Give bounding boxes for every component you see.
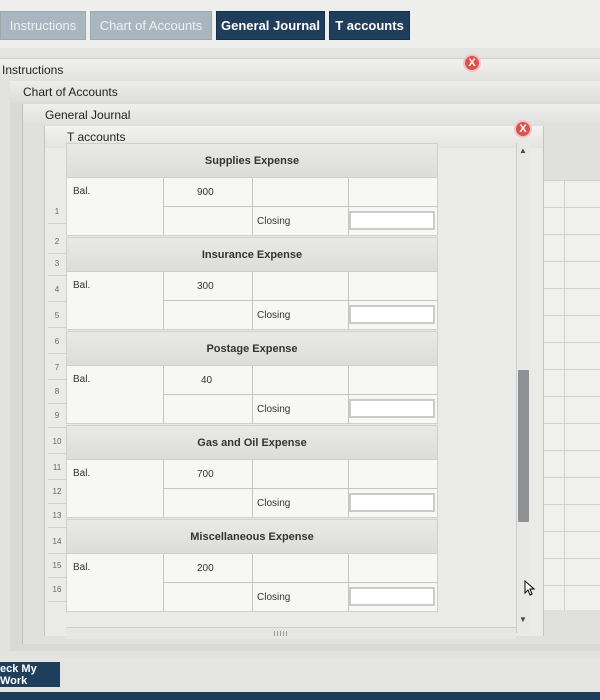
row-number: 4 — [48, 278, 66, 302]
row-number: 11 — [48, 456, 66, 480]
close-icon[interactable]: X — [514, 120, 532, 138]
closing-label: Closing — [257, 404, 291, 415]
row-number: 14 — [48, 530, 66, 554]
t-account-title: Miscellaneous Expense — [66, 519, 438, 554]
row-number: 3 — [48, 252, 66, 276]
closing-label: Closing — [257, 216, 291, 227]
tab-general-journal[interactable]: General Journal — [216, 11, 325, 40]
closing-amount-input[interactable] — [349, 587, 435, 606]
closing-label: Closing — [257, 592, 291, 603]
t-account-miscellaneous-expense: Miscellaneous Expense Bal. 200 Closing — [66, 519, 438, 612]
t-account-body: Bal. 300 Closing — [66, 272, 438, 330]
t-account-body: Bal. 200 Closing — [66, 554, 438, 612]
check-my-work-button[interactable]: eck My Work — [0, 662, 60, 687]
row-number: 6 — [48, 330, 66, 354]
row-number: 9 — [48, 404, 66, 428]
row-number: 15 — [48, 554, 66, 578]
instructions-panel-title: Instructions — [0, 59, 600, 81]
row-number: 1 — [48, 200, 66, 224]
row-number: 16 — [48, 578, 66, 602]
footer-bar — [0, 692, 600, 700]
row-number: 7 — [48, 356, 66, 380]
closing-amount-input[interactable] — [349, 493, 435, 512]
row-number: 2 — [48, 230, 66, 254]
general-journal-panel-title: General Journal — [23, 104, 600, 126]
row-number: 10 — [48, 430, 66, 454]
t-account-body: Bal. 700 Closing — [66, 460, 438, 518]
bal-label: Bal. — [73, 374, 91, 385]
closing-label: Closing — [257, 310, 291, 321]
t-account-title: Gas and Oil Expense — [66, 425, 438, 460]
tab-chart-of-accounts[interactable]: Chart of Accounts — [90, 11, 212, 40]
t-account-title: Insurance Expense — [66, 237, 438, 272]
row-number: 12 — [48, 480, 66, 504]
tab-instructions[interactable]: Instructions — [0, 11, 86, 40]
row-number: 5 — [48, 304, 66, 328]
scrollbar-thumb[interactable] — [518, 369, 529, 522]
t-account-body: Bal. 40 Closing — [66, 366, 438, 424]
bal-value: 300 — [197, 281, 214, 292]
tab-bar: Instructions Chart of Accounts General J… — [0, 0, 600, 48]
bal-label: Bal. — [73, 280, 91, 291]
closing-label: Closing — [257, 498, 291, 509]
t-account-supplies-expense: Supplies Expense Bal. 900 Closing — [66, 143, 438, 236]
scroll-up-icon[interactable]: ▲ — [519, 146, 527, 155]
scroll-grip-icon[interactable] — [274, 631, 288, 636]
bal-label: Bal. — [73, 186, 91, 197]
bal-value: 40 — [201, 375, 213, 386]
bal-value: 700 — [197, 469, 214, 480]
tab-t-accounts[interactable]: T accounts — [329, 11, 410, 40]
closing-amount-input[interactable] — [349, 305, 435, 324]
t-account-body: Bal. 900 Closing — [66, 178, 438, 236]
mouse-pointer-icon — [524, 580, 536, 596]
bal-value: 200 — [197, 563, 214, 574]
bal-label: Bal. — [73, 468, 91, 479]
closing-amount-input[interactable] — [349, 399, 435, 418]
bal-label: Bal. — [73, 562, 91, 573]
t-account-insurance-expense: Insurance Expense Bal. 300 Closing — [66, 237, 438, 330]
t-account-postage-expense: Postage Expense Bal. 40 Closing — [66, 331, 438, 424]
horizontal-scrollbar[interactable] — [66, 627, 516, 639]
row-number: 13 — [48, 504, 66, 528]
row-number: 8 — [48, 380, 66, 404]
closing-amount-input[interactable] — [349, 211, 435, 230]
bal-value: 900 — [197, 187, 214, 198]
t-account-title: Postage Expense — [66, 331, 438, 366]
vertical-scrollbar[interactable]: ▲ ▼ — [516, 143, 530, 633]
chart-of-accounts-panel-title: Chart of Accounts — [10, 81, 600, 103]
close-icon[interactable]: X — [463, 54, 481, 72]
t-account-gas-and-oil-expense: Gas and Oil Expense Bal. 700 Closing — [66, 425, 438, 518]
t-account-title: Supplies Expense — [66, 143, 438, 178]
scroll-down-icon[interactable]: ▼ — [519, 615, 527, 624]
